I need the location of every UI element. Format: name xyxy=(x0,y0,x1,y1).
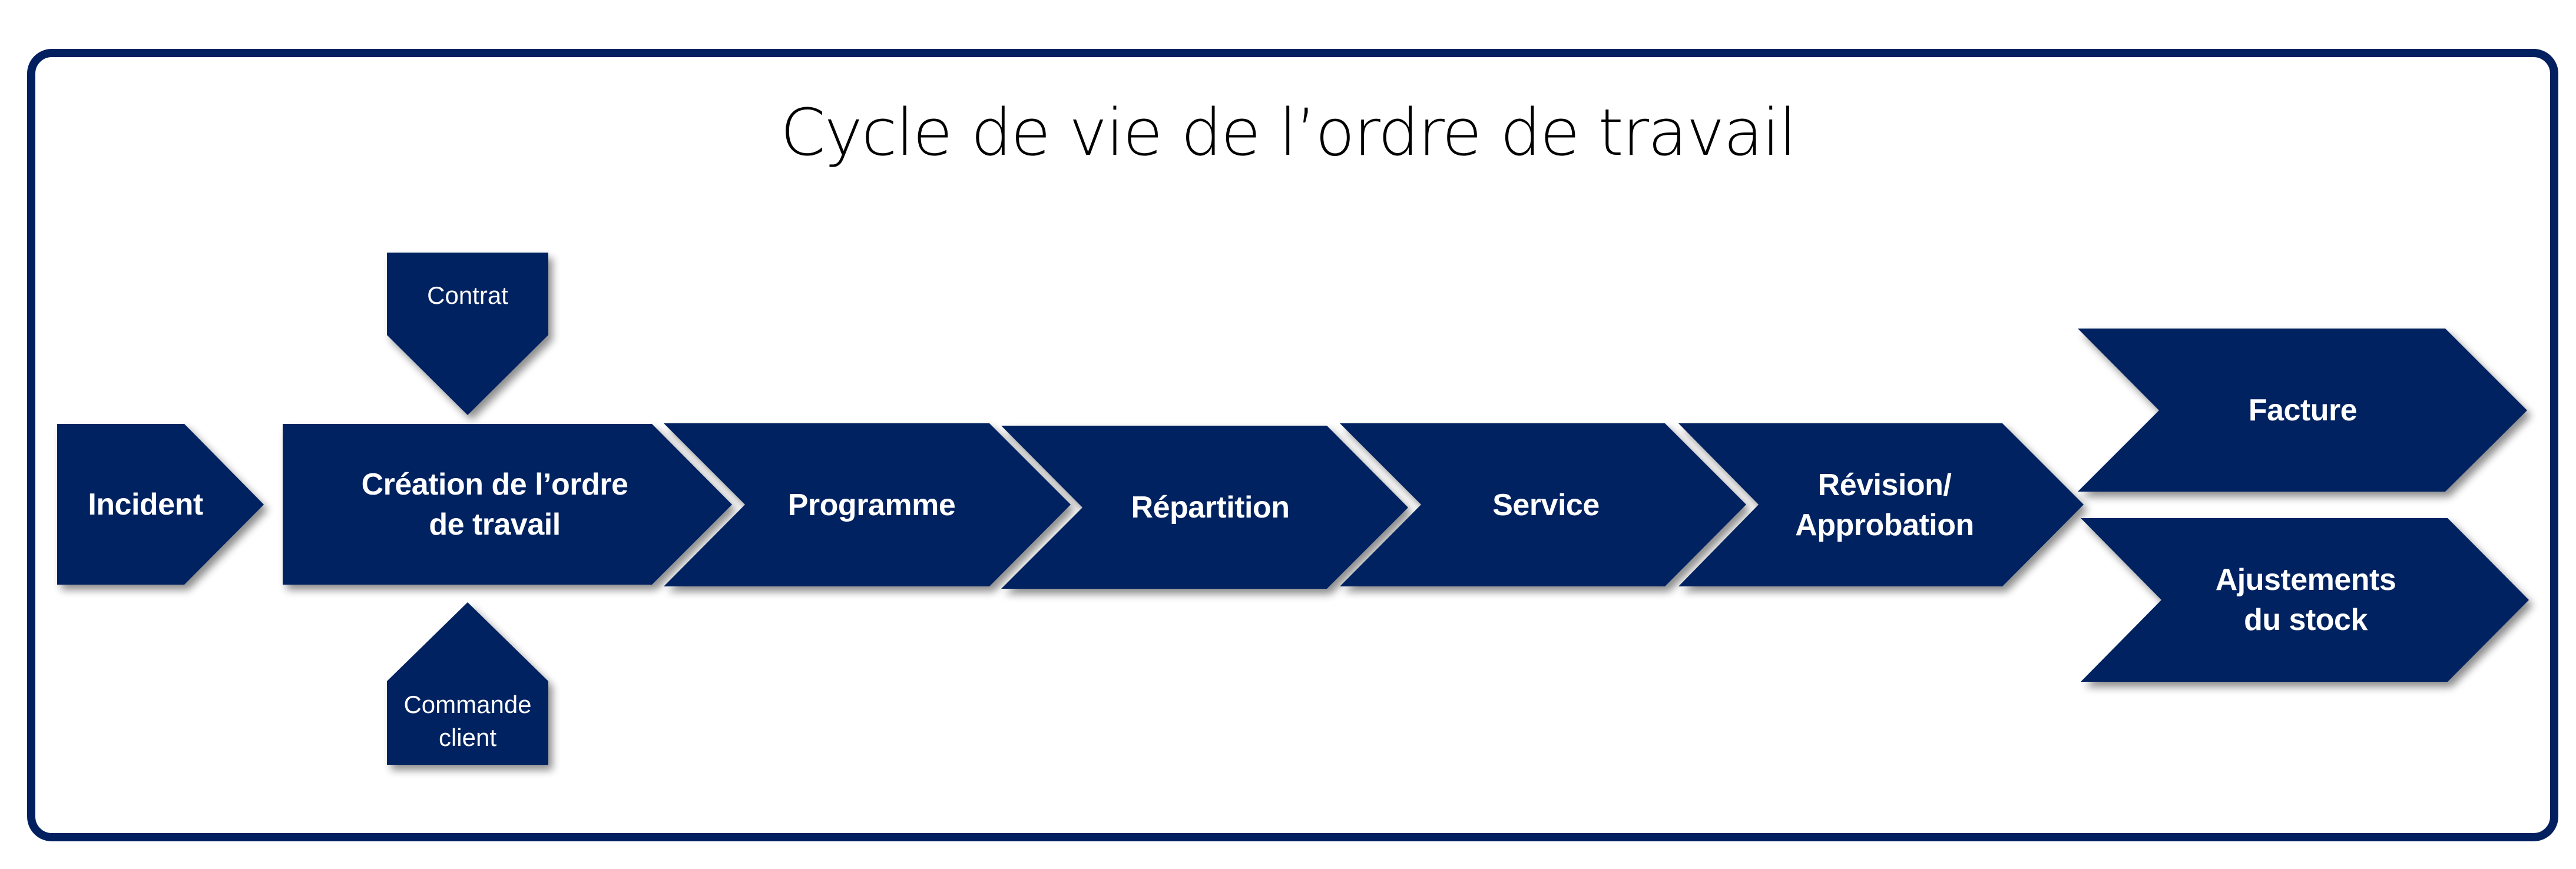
step-label-programme: Programme xyxy=(787,487,956,522)
outcome-label-ajustements: Ajustements du stock xyxy=(2215,563,2396,637)
outcome-label-facture: Facture xyxy=(2248,393,2358,427)
step-label-service: Service xyxy=(1492,487,1600,522)
input-label-commande: Commande client xyxy=(403,691,532,751)
step-label-creation: Création de l’ordre de travail xyxy=(361,467,628,542)
input-label-contrat: Contrat xyxy=(427,281,508,309)
step-label-revision: Révision/ Approbation xyxy=(1795,467,1974,542)
step-label-repartition: Répartition xyxy=(1131,490,1290,525)
step-label-incident: Incident xyxy=(88,487,203,522)
